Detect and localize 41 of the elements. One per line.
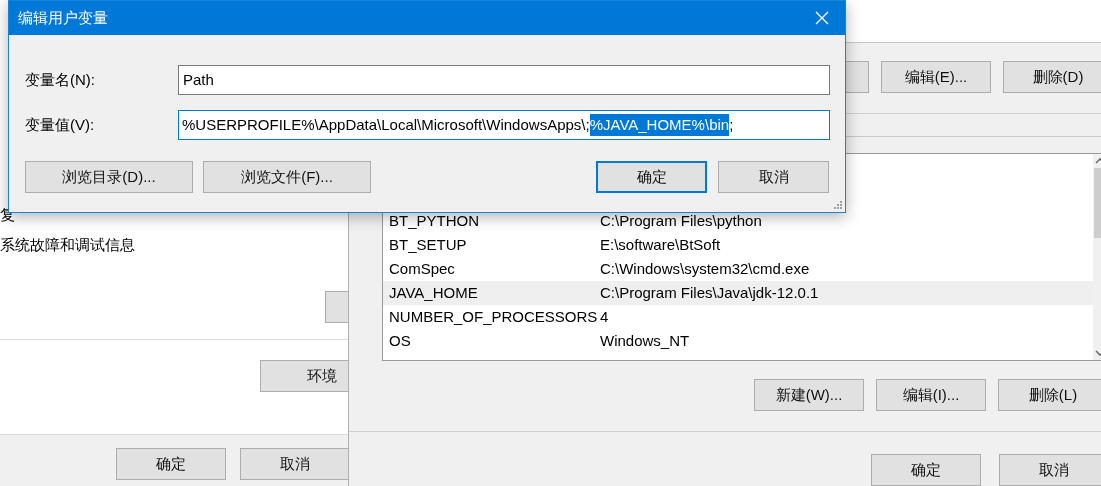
table-cell-text: E:\software\BtSoft xyxy=(600,235,721,256)
button[interactable]: 浏览目录(D)... xyxy=(25,161,193,193)
close-icon xyxy=(815,11,829,25)
label: 系统故障和调试信息 xyxy=(0,235,135,255)
table-cell-text: BT_SETUP xyxy=(388,235,468,256)
button[interactable]: 编辑(I)... xyxy=(876,379,986,411)
button[interactable]: 取消 xyxy=(999,454,1101,486)
value-field[interactable]: %USERPROFILE%\AppData\Local\Microsoft\WindowsApps\;%JAVA_HOME%\bin; xyxy=(178,110,830,140)
list-row[interactable]: BT_PYTHON C:\Program Files\python xyxy=(383,209,1093,234)
table-cell-text: C:\Program Files\Java\jdk-12.0.1 xyxy=(600,283,819,304)
button[interactable]: 取消 xyxy=(240,448,350,480)
button[interactable]: 浏览文件(F)... xyxy=(203,161,371,193)
button[interactable]: 取消 xyxy=(718,161,829,193)
button[interactable]: 删除(L) xyxy=(998,379,1101,411)
table-cell-text: NUMBER_OF_PROCESSORS xyxy=(388,307,599,328)
button[interactable]: 编辑(E)... xyxy=(881,61,991,94)
list-row[interactable]: JAVA_HOME C:\Program Files\Java\jdk-12.0.1 xyxy=(383,281,1093,306)
list-row[interactable]: ComSpec C:\Windows\system32\cmd.exe xyxy=(383,257,1093,282)
table-cell-text: BT_PYTHON xyxy=(388,211,480,232)
table-cell-text: JAVA_HOME xyxy=(388,283,479,304)
window-title: 编辑用户变量 xyxy=(18,7,108,28)
name-field[interactable]: Path xyxy=(178,65,830,95)
button[interactable]: 新建(W)... xyxy=(754,379,864,411)
table-cell-text: ComSpec xyxy=(388,259,456,280)
list-row[interactable]: NUMBER_OF_PROCESSORS 4 xyxy=(383,305,1093,330)
button[interactable]: 环境 xyxy=(260,360,348,392)
button[interactable]: 确定 xyxy=(596,161,707,193)
button[interactable]: 确定 xyxy=(116,448,226,480)
button[interactable] xyxy=(325,291,348,323)
table-cell-text: Windows_NT xyxy=(600,331,690,352)
table-cell-text: C:\Program Files\python xyxy=(600,211,762,232)
table-cell-text: 4 xyxy=(600,307,609,328)
field-label: 变量值(V): xyxy=(25,114,96,135)
resize-grip-icon[interactable] xyxy=(833,200,843,210)
list-row[interactable]: OS Windows_NT xyxy=(383,329,1093,354)
list-row[interactable]: BT_SETUP E:\software\BtSoft xyxy=(383,233,1093,258)
button[interactable]: 确定 xyxy=(871,454,981,486)
field-label: 变量名(N): xyxy=(25,69,96,90)
table-cell-text: OS xyxy=(388,331,412,352)
table-cell-text: C:\Windows\system32\cmd.exe xyxy=(600,259,810,280)
button[interactable]: 删除(D) xyxy=(1003,61,1101,94)
